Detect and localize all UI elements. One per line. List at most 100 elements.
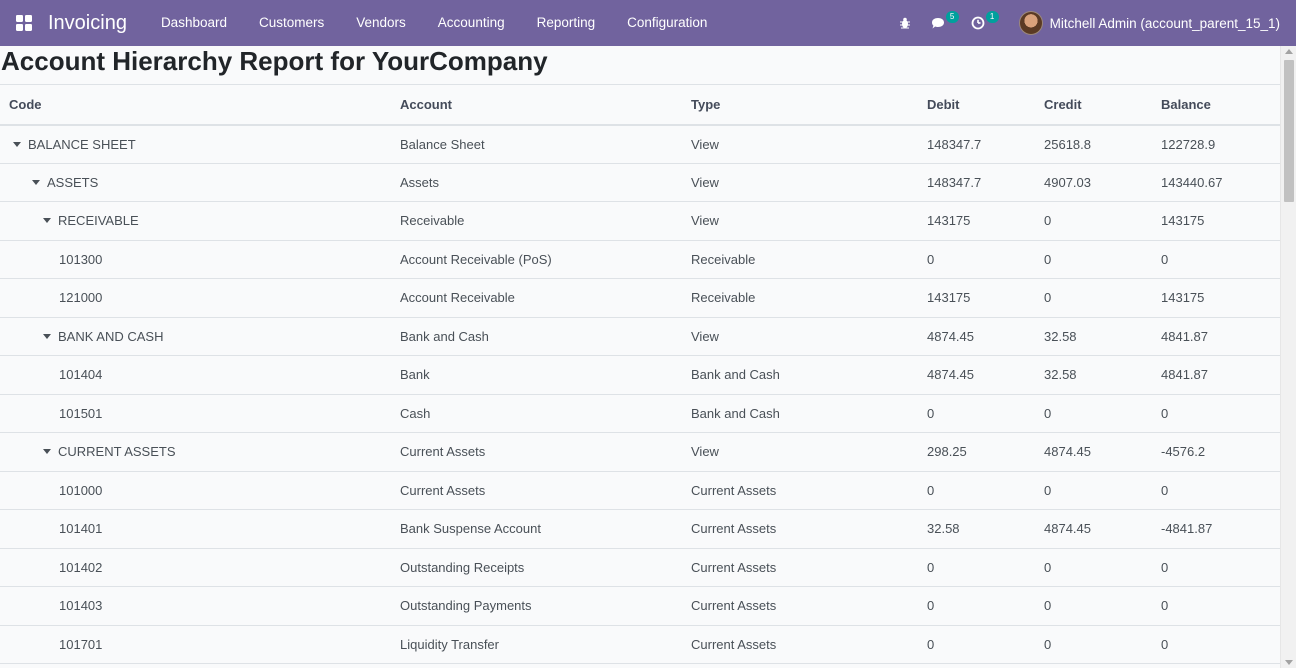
cell-credit: 32.58 xyxy=(1035,317,1152,356)
caret-down-icon[interactable] xyxy=(43,333,51,339)
cell-type: View xyxy=(682,432,918,472)
systray: 5 1 Mitchell Admin (account_parent_15_1) xyxy=(889,0,1296,46)
cell-balance: 122728.9 xyxy=(1152,124,1280,164)
cell-balance: 0 xyxy=(1152,471,1280,510)
apps-menu-icon[interactable] xyxy=(0,0,48,46)
cell-account: Bank Suspense Account xyxy=(391,509,682,549)
caret-down-icon[interactable] xyxy=(32,179,40,185)
messages-chat-icon[interactable]: 5 xyxy=(921,0,961,46)
cell-code: 101701 xyxy=(0,625,391,664)
account-code: 121000 xyxy=(59,290,103,306)
cell-type: Current Assets xyxy=(682,471,918,510)
debug-bug-icon[interactable] xyxy=(889,0,921,46)
cell-debit: 4874.45 xyxy=(918,355,1035,395)
messages-count-badge: 5 xyxy=(945,11,959,23)
table-row[interactable]: 101501 Cash Bank and Cash 0 0 0 xyxy=(0,394,1280,433)
cell-debit: 143175 xyxy=(918,278,1035,318)
table-row[interactable]: 101403 Outstanding Payments Current Assets… xyxy=(0,586,1280,626)
table-row[interactable]: 101402 Outstanding Receipts Current Assets… xyxy=(0,548,1280,587)
table-header-row: Code Account Type Debit Credit Balance xyxy=(0,84,1280,126)
table-row[interactable]: 101300 Account Receivable (PoS) Receivable… xyxy=(0,240,1280,279)
cell-credit: 0 xyxy=(1035,471,1152,510)
cell-code: 101404 xyxy=(0,355,391,395)
cell-type: Current Assets xyxy=(682,586,918,626)
cell-credit: 0 xyxy=(1035,625,1152,664)
top-navbar: Invoicing Dashboard Customers Vendors Ac… xyxy=(0,0,1296,46)
cell-credit: 4874.45 xyxy=(1035,509,1152,549)
cell-credit: 25618.8 xyxy=(1035,124,1152,164)
cell-balance: 4841.87 xyxy=(1152,355,1280,395)
table-row[interactable]: ASSETS Assets View 148347.7 4907.03 143440.67 xyxy=(0,163,1280,202)
caret-down-icon[interactable] xyxy=(13,141,21,147)
app-brand[interactable]: Invoicing xyxy=(48,12,127,35)
table-row[interactable]: BALANCE SHEET Balance Sheet View 148347.7 25… xyxy=(0,124,1280,164)
column-header-credit[interactable]: Credit xyxy=(1035,84,1152,126)
column-header-balance[interactable]: Balance xyxy=(1152,84,1280,126)
cell-account: Receivable xyxy=(391,201,682,241)
cell-type: Receivable xyxy=(682,240,918,279)
cell-balance: 143440.67 xyxy=(1152,163,1280,202)
cell-credit: 0 xyxy=(1035,394,1152,433)
account-code: BALANCE SHEET xyxy=(28,136,136,152)
account-code: ASSETS xyxy=(47,174,99,190)
cell-account: Current Assets xyxy=(391,432,682,472)
account-code: 101300 xyxy=(59,251,103,267)
column-header-type[interactable]: Type xyxy=(682,84,918,126)
caret-down-icon[interactable] xyxy=(43,449,51,455)
cell-account: Current Assets xyxy=(391,471,682,510)
menu-vendors[interactable]: Vendors xyxy=(340,0,422,46)
table-row[interactable]: 101701 Liquidity Transfer Current Assets 0 0… xyxy=(0,625,1280,664)
cell-debit: 143175 xyxy=(918,201,1035,241)
cell-balance: 0 xyxy=(1152,548,1280,587)
vertical-scrollbar[interactable] xyxy=(1280,46,1296,668)
scroll-thumb[interactable] xyxy=(1284,60,1294,202)
column-header-code[interactable]: Code xyxy=(0,84,391,126)
table-row[interactable]: 121000 Account Receivable Receivable 143175… xyxy=(0,278,1280,318)
cell-account: Bank and Cash xyxy=(391,317,682,356)
cell-credit: 0 xyxy=(1035,201,1152,241)
cell-code: BANK AND CASH xyxy=(0,317,391,356)
cell-code: BALANCE SHEET xyxy=(0,124,391,164)
column-header-debit[interactable]: Debit xyxy=(918,84,1035,126)
table-row[interactable]: BANK AND CASH Bank and Cash View 4874.45 32.… xyxy=(0,317,1280,356)
cell-balance: 0 xyxy=(1152,586,1280,626)
table-row[interactable]: RECEIVABLE Receivable View 143175 0 143175 xyxy=(0,201,1280,241)
cell-code: 101501 xyxy=(0,394,391,433)
cell-account: Bank xyxy=(391,355,682,395)
cell-debit: 0 xyxy=(918,394,1035,433)
main-menu: Dashboard Customers Vendors Accounting R… xyxy=(145,0,724,46)
table-row[interactable]: 101404 Bank Bank and Cash 4874.45 32.58 4841.… xyxy=(0,355,1280,395)
cell-credit: 4874.45 xyxy=(1035,432,1152,472)
table-row[interactable]: CURRENT ASSETS Current Assets View 298.25 48… xyxy=(0,432,1280,472)
activities-clock-icon[interactable]: 1 xyxy=(961,0,1001,46)
cell-credit: 4907.03 xyxy=(1035,163,1152,202)
cell-account: Outstanding Payments xyxy=(391,586,682,626)
column-header-account[interactable]: Account xyxy=(391,84,682,126)
cell-balance: 0 xyxy=(1152,625,1280,664)
scroll-down-arrow-icon[interactable] xyxy=(1285,660,1293,665)
scroll-up-arrow-icon[interactable] xyxy=(1285,49,1293,54)
account-code: 101403 xyxy=(59,598,103,614)
cell-debit: 4874.45 xyxy=(918,317,1035,356)
cell-credit: 0 xyxy=(1035,278,1152,318)
account-code: 101404 xyxy=(59,367,103,383)
menu-configuration[interactable]: Configuration xyxy=(611,0,723,46)
cell-code: 101300 xyxy=(0,240,391,279)
menu-accounting[interactable]: Accounting xyxy=(422,0,521,46)
table-row[interactable]: 101000 Current Assets Current Assets 0 0 0 xyxy=(0,471,1280,510)
cell-code: ASSETS xyxy=(0,163,391,202)
cell-type: View xyxy=(682,201,918,241)
cell-account: Liquidity Transfer xyxy=(391,625,682,664)
account-code: 101401 xyxy=(59,521,103,537)
cell-balance: 143175 xyxy=(1152,201,1280,241)
cell-balance: 0 xyxy=(1152,240,1280,279)
menu-dashboard[interactable]: Dashboard xyxy=(145,0,243,46)
user-menu[interactable]: Mitchell Admin (account_parent_15_1) xyxy=(1001,0,1296,46)
caret-down-icon[interactable] xyxy=(43,218,51,224)
table-row[interactable]: 101401 Bank Suspense Account Current Asset… xyxy=(0,509,1280,549)
menu-customers[interactable]: Customers xyxy=(243,0,340,46)
menu-reporting[interactable]: Reporting xyxy=(521,0,612,46)
cell-account: Account Receivable (PoS) xyxy=(391,240,682,279)
cell-debit: 0 xyxy=(918,471,1035,510)
cell-account: Account Receivable xyxy=(391,278,682,318)
